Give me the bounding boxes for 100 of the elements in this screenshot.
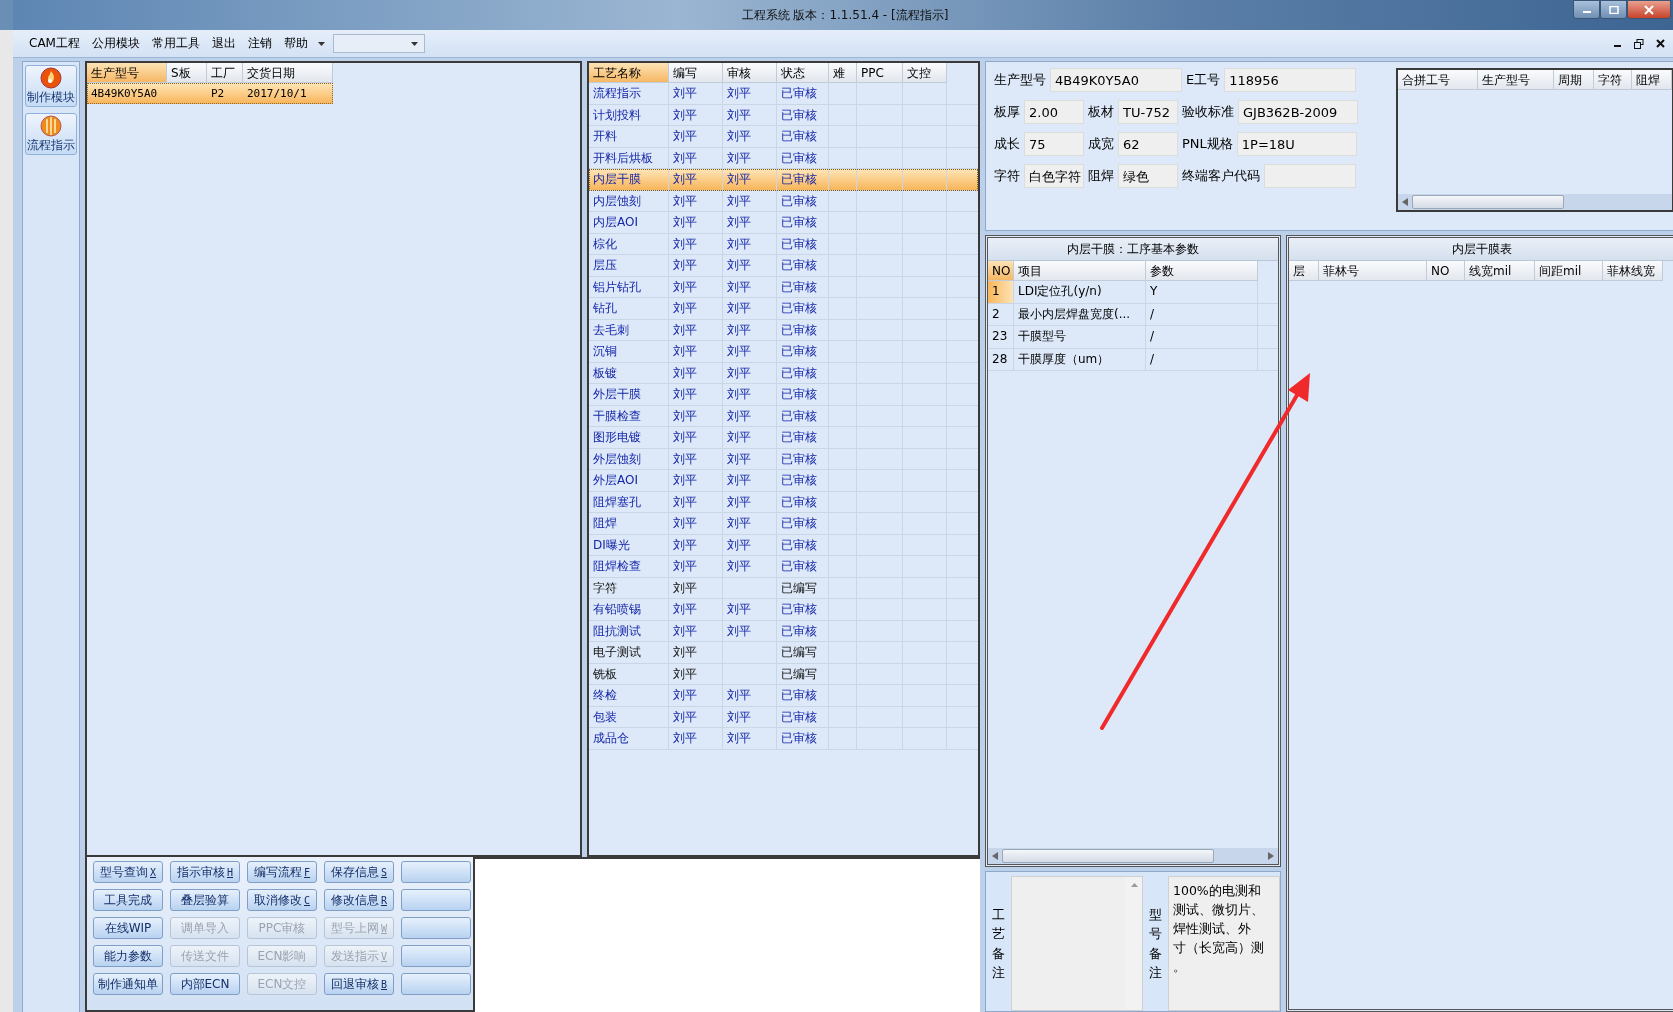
process-row[interactable]: 开料 刘平 刘平 已审核 [589, 126, 978, 148]
minimize-button[interactable] [1573, 0, 1600, 19]
blank-button[interactable] [401, 917, 471, 939]
process-row[interactable]: 图形电镀 刘平 刘平 已审核 [589, 427, 978, 449]
column-header[interactable]: 生产型号 [87, 63, 167, 83]
process-row[interactable]: 阻焊检查 刘平 刘平 已审核 [589, 556, 978, 578]
column-header[interactable]: 菲林号 [1319, 261, 1427, 281]
parameter-row[interactable]: 28 干膜厚度（um） / [988, 348, 1278, 371]
process-row[interactable]: 外层AOI 刘平 刘平 已审核 [589, 470, 978, 492]
process-row[interactable]: 内层干膜 刘平 刘平 已审核 [589, 169, 978, 191]
text-area[interactable] [1011, 876, 1143, 1011]
process-row[interactable]: 计划投料 刘平 刘平 已审核 [589, 104, 978, 126]
blank-button[interactable] [401, 973, 471, 995]
process-row[interactable]: 内层蚀刻 刘平 刘平 已审核 [589, 190, 978, 212]
action-button[interactable]: 在线WIP [93, 917, 163, 939]
action-button[interactable]: 回退审核 B [324, 973, 394, 995]
action-button[interactable]: 取消修改 C [247, 889, 317, 911]
text-field[interactable]: GJB362B-2009 [1238, 100, 1358, 124]
menu-item[interactable]: 常用工具 [145, 35, 206, 52]
column-header[interactable]: 交货日期 [243, 63, 333, 83]
column-header[interactable]: 工厂 [207, 63, 243, 83]
process-row[interactable]: 外层蚀刻 刘平 刘平 已审核 [589, 448, 978, 470]
column-header[interactable]: 字符 [1594, 70, 1632, 90]
process-row[interactable]: 内层AOI 刘平 刘平 已审核 [589, 212, 978, 234]
column-header[interactable]: 间距mil [1535, 261, 1603, 281]
text-area[interactable]: 100%的电测和 测试、微切片、 焊性测试、外 寸（长宽高）测 。 [1168, 876, 1280, 1011]
process-row[interactable]: 外层干膜 刘平 刘平 已审核 [589, 384, 978, 406]
process-row[interactable]: 终检 刘平 刘平 已审核 [589, 685, 978, 707]
menu-item[interactable]: 公用模块 [85, 35, 146, 52]
text-field[interactable]: 62 [1118, 132, 1178, 156]
process-row[interactable]: 棕化 刘平 刘平 已审核 [589, 233, 978, 255]
action-button[interactable]: 制作通知单 [93, 973, 163, 995]
column-header[interactable]: 阻焊 [1632, 70, 1672, 90]
process-row[interactable]: 阻焊塞孔 刘平 刘平 已审核 [589, 491, 978, 513]
process-row[interactable]: DI曝光 刘平 刘平 已审核 [589, 534, 978, 556]
maximize-button[interactable] [1600, 0, 1627, 19]
column-header[interactable]: 菲林线宽 [1603, 261, 1663, 281]
blank-button[interactable] [401, 945, 471, 967]
process-row[interactable]: 流程指示 刘平 刘平 已审核 [589, 83, 978, 105]
text-field[interactable]: 118956 [1224, 68, 1357, 92]
menu-item[interactable]: CAM工程 [23, 35, 86, 52]
column-header[interactable]: 状态 [777, 63, 829, 83]
column-header[interactable]: 文控 [903, 63, 947, 83]
process-row[interactable]: 干膜检查 刘平 刘平 已审核 [589, 405, 978, 427]
text-field[interactable]: 75 [1024, 132, 1084, 156]
column-header[interactable]: 生产型号 [1478, 70, 1554, 90]
text-field[interactable]: 1P=18U [1236, 132, 1357, 156]
process-row[interactable]: 电子测试 刘平 已编写 [589, 642, 978, 664]
horizontal-scrollbar[interactable] [1398, 194, 1672, 210]
action-button[interactable]: 内部ECN [170, 973, 240, 995]
column-header[interactable]: 参数 [1146, 261, 1258, 281]
action-button[interactable]: 工具完成 [93, 889, 163, 911]
column-header[interactable]: 合拼工号 [1398, 70, 1478, 90]
caret-icon[interactable] [317, 41, 325, 46]
process-row[interactable]: 去毛刺 刘平 刘平 已审核 [589, 319, 978, 341]
order-row[interactable]: 4B49K0Y5A0 P2 2017/10/1 [87, 83, 333, 104]
menu-item[interactable]: 帮助 [277, 35, 314, 52]
action-button[interactable]: 指示审核 H [170, 861, 240, 883]
action-button[interactable]: 叠层验算 [170, 889, 240, 911]
text-field[interactable]: 绿色 [1118, 164, 1178, 188]
module-button[interactable]: 制作模块 [25, 65, 77, 107]
process-row[interactable]: 沉铜 刘平 刘平 已审核 [589, 341, 978, 363]
dropdown-field[interactable] [332, 34, 425, 53]
text-field[interactable]: 2.00 [1024, 100, 1084, 124]
menu-item[interactable]: 退出 [205, 35, 242, 52]
text-field[interactable]: TU-752 [1118, 100, 1178, 124]
process-row[interactable]: 有铅喷锡 刘平 刘平 已审核 [589, 599, 978, 621]
close-icon[interactable] [1656, 39, 1665, 48]
column-header[interactable]: 工艺名称 [589, 63, 669, 83]
text-field[interactable] [1264, 164, 1356, 188]
process-row[interactable]: 铣板 刘平 已编写 [589, 663, 978, 685]
column-header[interactable]: 周期 [1554, 70, 1594, 90]
process-row[interactable]: 钻孔 刘平 刘平 已审核 [589, 298, 978, 320]
process-row[interactable]: 阻抗测试 刘平 刘平 已审核 [589, 620, 978, 642]
column-header[interactable]: 层 [1289, 261, 1319, 281]
column-header[interactable]: 编写 [669, 63, 723, 83]
column-header[interactable]: NO [1427, 261, 1465, 281]
column-header[interactable]: 项目 [1014, 261, 1146, 281]
action-button[interactable]: 编写流程 F [247, 861, 317, 883]
blank-button[interactable] [401, 889, 471, 911]
action-button[interactable]: 保存信息 S [324, 861, 394, 883]
action-button[interactable]: 能力参数 [93, 945, 163, 967]
column-header[interactable]: 线宽mil [1465, 261, 1535, 281]
restore-icon[interactable] [1634, 38, 1644, 49]
text-field[interactable]: 白色字符 [1024, 164, 1084, 188]
parameter-row[interactable]: 1 LDI定位孔(y/n) Y [988, 281, 1278, 304]
process-row[interactable]: 层压 刘平 刘平 已审核 [589, 255, 978, 277]
column-header[interactable]: 难 [829, 63, 857, 83]
column-header[interactable]: S板 [167, 63, 207, 83]
process-row[interactable]: 包装 刘平 刘平 已审核 [589, 706, 978, 728]
column-header[interactable]: NO [988, 261, 1014, 281]
process-row[interactable]: 板镀 刘平 刘平 已审核 [589, 362, 978, 384]
action-button[interactable]: 型号查询 X [93, 861, 163, 883]
process-row[interactable]: 字符 刘平 已编写 [589, 577, 978, 599]
blank-button[interactable] [401, 861, 471, 883]
parameter-row[interactable]: 23 干膜型号 / [988, 326, 1278, 349]
horizontal-scrollbar[interactable] [988, 848, 1278, 864]
close-button[interactable] [1627, 0, 1671, 19]
text-field[interactable]: 4B49K0Y5A0 [1050, 68, 1182, 92]
module-button[interactable]: 流程指示 [25, 113, 77, 155]
